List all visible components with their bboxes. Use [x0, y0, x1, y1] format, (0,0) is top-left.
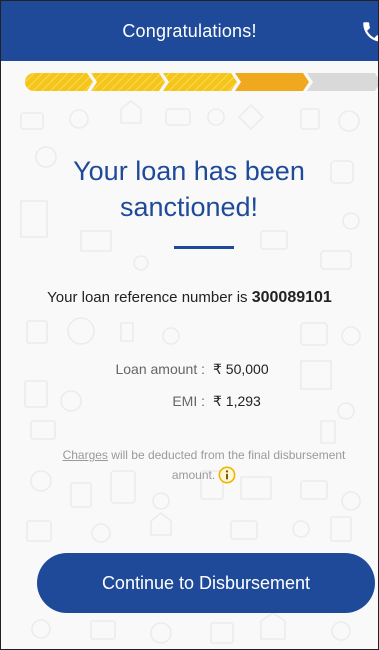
charges-link[interactable]: Charges	[63, 448, 108, 462]
loan-reference-line: Your loan reference number is 300089101	[1, 289, 378, 307]
loan-reference-prefix: Your loan reference number is	[47, 289, 252, 306]
emi-label: EMI :	[172, 393, 205, 409]
loan-reference-number: 300089101	[251, 289, 332, 306]
headline-line-2: sanctioned!	[119, 192, 259, 222]
emi-value: ₹ 1,293	[213, 393, 261, 409]
loan-amount-value: ₹ 50,000	[213, 361, 269, 377]
continue-to-disbursement-button[interactable]: Continue to Disbursement	[37, 553, 375, 613]
headline-divider	[174, 246, 234, 249]
headline-line-1: Your loan has been	[73, 156, 305, 186]
app-screen: Congratulations! Your loan has been sanc…	[0, 0, 379, 650]
sanction-content: Your loan has been sanctioned! Your loan…	[1, 1, 378, 649]
charges-notice: Charges will be deducted from the final …	[41, 445, 367, 485]
sanction-headline: Your loan has been sanctioned!	[41, 153, 337, 225]
info-icon[interactable]	[218, 466, 236, 484]
loan-amount-label: Loan amount :	[115, 361, 205, 377]
